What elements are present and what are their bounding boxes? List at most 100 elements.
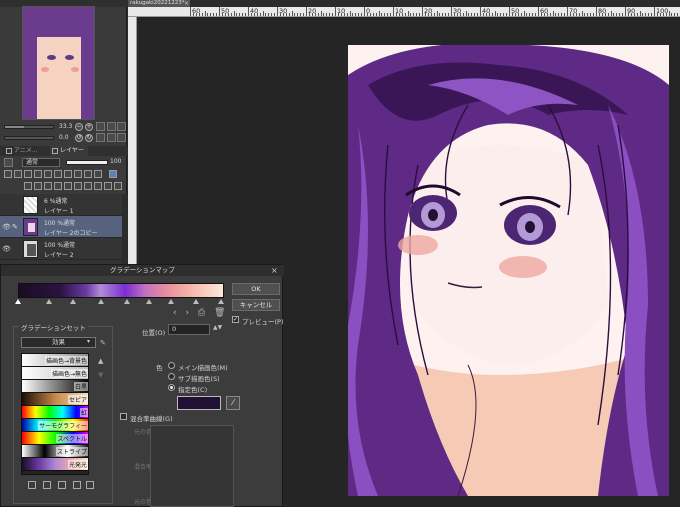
layer-row-selected[interactable]: 👁 ✎ 100 %通常 レイヤー 2のコピー: [0, 216, 122, 238]
zoom-out-icon[interactable]: −: [75, 123, 83, 131]
layer-property-icon[interactable]: [4, 158, 13, 167]
ruler-tick: [230, 13, 232, 16]
gradient-stop-marker[interactable]: [218, 299, 224, 304]
list-item[interactable]: セピア: [22, 393, 88, 406]
dialog-close-icon[interactable]: ×: [271, 265, 278, 276]
trash-icon[interactable]: [86, 481, 94, 489]
cancel-button[interactable]: キャンセル: [232, 299, 280, 311]
fit-icon[interactable]: [96, 122, 105, 131]
rotate-left-icon[interactable]: ↺: [75, 134, 83, 142]
lock-icon[interactable]: [34, 170, 42, 178]
delete-layer-icon[interactable]: [114, 182, 122, 190]
add-preset-icon[interactable]: [28, 481, 36, 489]
gradient-preview-bar[interactable]: [18, 283, 224, 298]
duplicate-icon[interactable]: [104, 182, 112, 190]
layer-mask-icon[interactable]: [64, 182, 72, 190]
gradient-nav-icons[interactable]: ‹ › ⎙ 🗑: [173, 308, 228, 318]
artwork-canvas[interactable]: [348, 45, 669, 496]
specified-color-radio[interactable]: [168, 384, 175, 391]
actual-size-icon[interactable]: [107, 122, 116, 131]
move-up-icon[interactable]: ▲: [98, 357, 103, 365]
zoom-slider[interactable]: [4, 125, 54, 129]
move-down-icon[interactable]: ▼: [98, 371, 103, 379]
layer-list-scrollbar[interactable]: [122, 194, 127, 264]
ruler-tick: [242, 13, 244, 16]
mix-curve-checkbox[interactable]: [120, 413, 127, 420]
merge-down-icon[interactable]: [54, 182, 62, 190]
preview-checkbox[interactable]: ✓: [232, 316, 239, 323]
copy-preset-icon[interactable]: [58, 481, 66, 489]
layer-row[interactable]: 6 %通常 レイヤー 1: [0, 194, 122, 216]
specified-color-swatch[interactable]: [177, 396, 221, 410]
blend-mode-select[interactable]: 通常: [22, 158, 60, 167]
gradient-stop-marker[interactable]: [146, 299, 152, 304]
new-vector-icon[interactable]: [34, 182, 42, 190]
document-tab[interactable]: rakugaki20221223*: [128, 0, 190, 7]
opacity-slider[interactable]: [66, 160, 108, 165]
zoom-in-icon[interactable]: +: [85, 123, 93, 131]
circle-icon[interactable]: [84, 182, 92, 190]
tab-layer[interactable]: レイヤー: [50, 146, 88, 156]
gradient-stop-marker[interactable]: [46, 299, 52, 304]
ruler-tick: [480, 7, 481, 16]
clip-icon[interactable]: [4, 170, 12, 178]
ruler-tick: [523, 11, 525, 16]
reference-icon[interactable]: [14, 170, 22, 178]
navigator-thumbnail[interactable]: [22, 6, 95, 120]
palette-icon[interactable]: [74, 170, 82, 178]
rotate-right-icon[interactable]: ↻: [85, 134, 93, 142]
flip-icon[interactable]: [117, 122, 126, 131]
move-icon[interactable]: [94, 182, 102, 190]
position-input[interactable]: 0: [168, 324, 210, 335]
duplicate-preset-icon[interactable]: [73, 481, 81, 489]
ruler-tick: [607, 13, 609, 16]
lock-transparent-icon[interactable]: [44, 170, 52, 178]
wrench-icon[interactable]: ✎: [100, 339, 106, 347]
chevron-down-icon[interactable]: ▾: [87, 338, 90, 345]
ruler-tick: [459, 13, 461, 16]
mix-curve-editor[interactable]: [150, 425, 234, 507]
flip-v-icon[interactable]: [117, 133, 126, 142]
flip-h-icon[interactable]: [107, 133, 116, 142]
layer-row[interactable]: 👁 100 %通常 レイヤー 2: [0, 238, 122, 260]
main-color-radio[interactable]: [168, 362, 175, 369]
list-item[interactable]: 描画色→無色: [22, 367, 88, 380]
list-item[interactable]: 光発光: [22, 458, 88, 471]
sub-color-radio[interactable]: [168, 373, 175, 380]
tab-animation[interactable]: アニメ...: [4, 146, 42, 156]
document-tab-close-icon[interactable]: ×: [184, 0, 189, 7]
visibility-icon[interactable]: 👁: [2, 245, 11, 253]
gradient-stop-marker[interactable]: [168, 299, 174, 304]
gradient-preset-list[interactable]: 描画色→背景色 描画色→無色 白黒 セピア 虹 サーモグラフィー スペクトル ス…: [21, 353, 89, 475]
dialog-title[interactable]: グラデーションマップ: [1, 265, 284, 276]
list-item[interactable]: サーモグラフィー: [22, 419, 88, 432]
mask-icon[interactable]: [54, 170, 62, 178]
gradient-stop-marker[interactable]: [193, 299, 199, 304]
list-item[interactable]: スペクトル: [22, 432, 88, 445]
ok-button[interactable]: OK: [232, 283, 280, 295]
ruler-icon[interactable]: [64, 170, 72, 178]
gradient-stop-marker[interactable]: [15, 299, 21, 304]
layer-list-icon[interactable]: [94, 170, 102, 178]
new-folder-icon[interactable]: [44, 182, 52, 190]
new-preset-icon[interactable]: [43, 481, 51, 489]
visibility-icon[interactable]: 👁: [2, 223, 11, 231]
list-item[interactable]: ストライプ: [22, 445, 88, 458]
eyedropper-icon[interactable]: ⁄: [226, 396, 240, 410]
layer-color-swatch-icon[interactable]: [109, 170, 117, 178]
gradient-stop-marker[interactable]: [70, 299, 76, 304]
draft-icon[interactable]: [24, 170, 32, 178]
position-spinner-icon[interactable]: ▲▼: [213, 324, 222, 331]
visibility-icon[interactable]: [2, 201, 10, 209]
apply-mask-icon[interactable]: [74, 182, 82, 190]
new-raster-icon[interactable]: [24, 182, 32, 190]
gradient-stop-marker[interactable]: [124, 299, 130, 304]
gradient-stop-marker[interactable]: [98, 299, 104, 304]
layer-color-icon[interactable]: [84, 170, 92, 178]
list-item[interactable]: 虹: [22, 406, 88, 419]
rotate-slider[interactable]: [4, 136, 54, 140]
gradient-set-select[interactable]: 効果: [21, 337, 96, 348]
reset-rotate-icon[interactable]: [96, 133, 105, 142]
list-item[interactable]: 白黒: [22, 380, 88, 393]
list-item[interactable]: 描画色→背景色: [22, 354, 88, 367]
